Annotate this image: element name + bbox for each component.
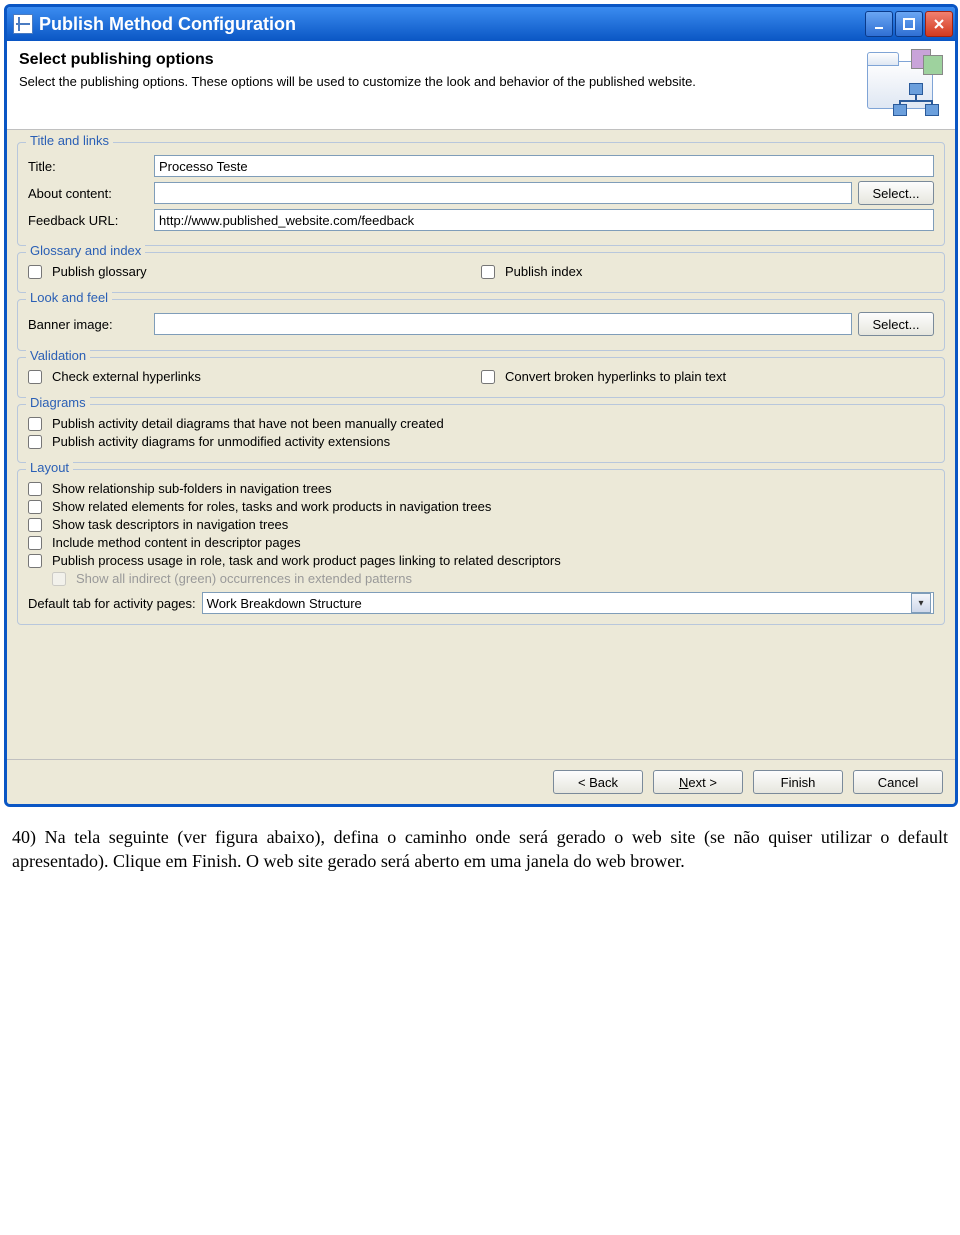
diagrams-opt2-label: Publish activity diagrams for unmodified… [52,434,390,449]
convert-broken-label: Convert broken hyperlinks to plain text [505,369,726,384]
banner-select-button[interactable]: Select... [858,312,934,336]
default-tab-select[interactable]: Work Breakdown Structure ▾ [202,592,934,614]
dialog-window: Publish Method Configuration Select publ… [4,4,958,807]
wizard-header: Select publishing options Select the pub… [7,41,955,130]
about-select-button[interactable]: Select... [858,181,934,205]
close-button[interactable] [925,11,953,37]
group-title-links: Title and links Title: About content: Se… [17,142,945,246]
layout-opt3-label: Show task descriptors in navigation tree… [52,517,288,532]
maximize-button[interactable] [895,11,923,37]
title-input[interactable] [154,155,934,177]
app-icon [13,14,33,34]
wizard-footer: < Back Next > Finish Cancel [7,759,955,804]
check-external-label: Check external hyperlinks [52,369,201,384]
layout-opt1-label: Show relationship sub-folders in navigat… [52,481,332,496]
minimize-button[interactable] [865,11,893,37]
check-external-checkbox[interactable] [28,370,42,384]
layout-opt2-checkbox[interactable] [28,500,42,514]
feedback-label: Feedback URL: [28,213,148,228]
group-legend: Glossary and index [26,243,145,258]
banner-label: Banner image: [28,317,148,332]
banner-input[interactable] [154,313,852,335]
wizard-description: Select the publishing options. These opt… [19,73,855,91]
chevron-down-icon: ▾ [911,593,931,613]
default-tab-value: Work Breakdown Structure [207,596,362,611]
group-diagrams: Diagrams Publish activity detail diagram… [17,404,945,463]
group-glossary: Glossary and index Publish glossary Publ… [17,252,945,293]
layout-opt3-checkbox[interactable] [28,518,42,532]
back-button[interactable]: < Back [553,770,643,794]
wizard-heading: Select publishing options [19,51,855,69]
layout-opt4-label: Include method content in descriptor pag… [52,535,301,550]
group-legend: Layout [26,460,73,475]
group-validation: Validation Check external hyperlinks Con… [17,357,945,398]
group-legend: Look and feel [26,290,112,305]
layout-opt5-checkbox[interactable] [28,554,42,568]
finish-button[interactable]: Finish [753,770,843,794]
diagrams-opt2-checkbox[interactable] [28,435,42,449]
wizard-content: Title and links Title: About content: Se… [7,130,955,759]
group-legend: Diagrams [26,395,90,410]
publish-glossary-label: Publish glossary [52,264,147,279]
next-button[interactable]: Next > [653,770,743,794]
instruction-caption: 40) Na tela seguinte (ver figura abaixo)… [0,811,960,902]
layout-opt5-label: Publish process usage in role, task and … [52,553,561,568]
group-legend: Validation [26,348,90,363]
publish-index-checkbox[interactable] [481,265,495,279]
publish-icon [863,49,943,119]
group-look: Look and feel Banner image: Select... [17,299,945,351]
layout-opt6-checkbox [52,572,66,586]
diagrams-opt1-label: Publish activity detail diagrams that ha… [52,416,444,431]
feedback-input[interactable] [154,209,934,231]
diagrams-opt1-checkbox[interactable] [28,417,42,431]
publish-glossary-checkbox[interactable] [28,265,42,279]
window-title: Publish Method Configuration [39,14,865,35]
layout-opt6-label: Show all indirect (green) occurrences in… [76,571,412,586]
about-label: About content: [28,186,148,201]
spacer [15,631,947,751]
layout-opt2-label: Show related elements for roles, tasks a… [52,499,491,514]
group-layout: Layout Show relationship sub-folders in … [17,469,945,625]
convert-broken-checkbox[interactable] [481,370,495,384]
publish-index-label: Publish index [505,264,582,279]
title-label: Title: [28,159,148,174]
group-legend: Title and links [26,133,113,148]
cancel-button[interactable]: Cancel [853,770,943,794]
next-button-rest: ext > [688,775,717,790]
about-input[interactable] [154,182,852,204]
layout-opt4-checkbox[interactable] [28,536,42,550]
layout-opt1-checkbox[interactable] [28,482,42,496]
titlebar[interactable]: Publish Method Configuration [7,7,955,41]
default-tab-label: Default tab for activity pages: [28,596,196,611]
